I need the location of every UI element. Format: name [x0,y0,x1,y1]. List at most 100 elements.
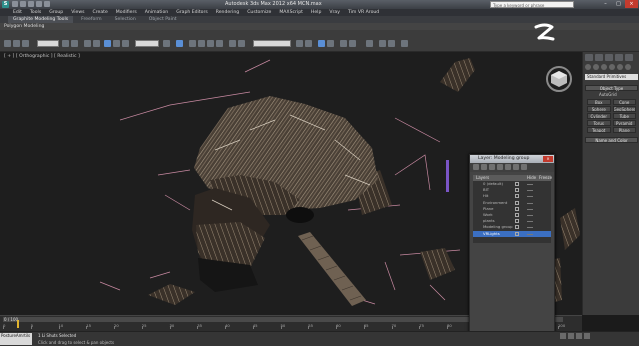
layer-freeze-toggle[interactable] [527,202,533,204]
angle-snap-icon[interactable] [207,40,214,47]
menu-help[interactable]: Help [311,9,321,16]
menu-tools[interactable]: Tools [30,9,41,16]
layer-hide-toggle[interactable] [515,231,519,236]
curve-editor-icon[interactable] [340,40,347,47]
menu-edit[interactable]: Edit [13,9,22,16]
cone-button[interactable]: Cone [612,99,636,105]
layer-freeze-toggle[interactable] [527,221,533,223]
menu-graph-editors[interactable]: Graph Editors [176,9,208,16]
menu-animation[interactable]: Animation [145,9,168,16]
menu-group[interactable]: Group [49,9,63,16]
undo-icon[interactable] [36,1,42,7]
layer-hide-toggle[interactable] [515,194,519,199]
window-crossing-icon[interactable] [93,40,100,47]
helpers-icon[interactable] [617,64,623,70]
unlink-icon[interactable] [22,40,29,47]
spacewarps-icon[interactable] [625,64,631,70]
sphere-button[interactable]: Sphere [587,106,611,112]
viewport-label[interactable]: [ + ] [ Orthographic ] [ Realistic ] [4,54,80,59]
shapes-icon[interactable] [593,64,599,70]
tab-graphite-modeling[interactable]: Graphite Modeling Tools [8,16,74,23]
maximize-viewport-icon[interactable] [584,333,590,339]
freeze-all-icon[interactable] [521,164,527,170]
geometry-icon[interactable] [585,64,591,70]
display-tab-icon[interactable] [625,54,633,61]
keyboard-shortcut-icon[interactable] [189,40,196,47]
menu-maxscript[interactable]: MAXScript [279,9,303,16]
maximize-button[interactable]: □ [612,0,625,8]
menu-create[interactable]: Create [93,9,108,16]
select-object-icon[interactable] [62,40,69,47]
autogrid-checkbox[interactable]: AutoGrid [599,92,617,97]
pyramid-button[interactable]: Pyramid [612,120,636,126]
layer-hide-toggle[interactable] [515,200,519,205]
create-tab-icon[interactable] [585,54,593,61]
save-file-icon[interactable] [28,1,34,7]
teapot-button[interactable]: Teapot [587,127,611,133]
minimize-button[interactable]: – [599,0,612,8]
select-by-name-icon[interactable] [71,40,78,47]
layer-freeze-toggle[interactable] [527,190,533,192]
layer-hide-toggle[interactable] [515,212,519,217]
undo-icon[interactable] [4,40,11,47]
torus-button[interactable]: Torus [587,120,611,126]
viewcube-icon[interactable] [544,64,574,94]
highlight-layer-icon[interactable] [505,164,511,170]
object-type-rollout[interactable]: Object Type [585,85,638,91]
select-move-icon[interactable] [104,40,111,47]
layer-freeze-toggle[interactable] [527,196,533,198]
edit-named-selection-icon[interactable] [238,40,245,47]
cylinder-button[interactable]: Cylinder [587,113,611,119]
select-scale-icon[interactable] [122,40,129,47]
rendered-frame-icon[interactable] [388,40,395,47]
tube-button[interactable]: Tube [612,113,636,119]
motion-tab-icon[interactable] [615,54,623,61]
category-dropdown[interactable]: Standard Primitives [585,74,638,80]
material-editor-icon[interactable] [366,40,373,47]
add-to-layer-icon[interactable] [489,164,495,170]
schematic-view-icon[interactable] [349,40,356,47]
geosphere-button[interactable]: GeoSphere [612,106,636,112]
layer-row[interactable]: VRLights [473,230,551,237]
maxscript-listener[interactable]: PostureAmrtils [0,333,32,345]
pivot-center-icon[interactable] [163,40,170,47]
redo-icon[interactable] [44,1,50,7]
render-production-icon[interactable] [401,40,408,47]
select-in-layer-icon[interactable] [497,164,503,170]
layer-freeze-toggle[interactable] [527,233,533,235]
layer-freeze-toggle[interactable] [527,208,533,210]
layer-freeze-toggle[interactable] [527,184,533,185]
menu-rendering[interactable]: Rendering [216,9,239,16]
select-rotate-icon[interactable] [113,40,120,47]
layer-hide-toggle[interactable] [515,182,519,186]
layer-dialog-close-button[interactable]: × [543,156,553,162]
named-selection-dropdown[interactable] [253,40,291,47]
delete-layer-icon[interactable] [481,164,487,170]
name-color-rollout[interactable]: Name and Color [585,137,638,143]
polygon-modeling-label[interactable]: Polygon Modeling [4,24,44,29]
layer-hide-toggle[interactable] [515,206,519,211]
close-button[interactable]: × [625,0,638,8]
menu-vray[interactable]: Vray [329,9,340,16]
layer-freeze-toggle[interactable] [527,227,533,229]
hierarchy-tab-icon[interactable] [605,54,613,61]
tab-selection[interactable]: Selection [110,16,141,23]
layer-hide-toggle[interactable] [515,219,519,224]
orbit-icon[interactable] [576,333,582,339]
layer-hide-toggle[interactable] [515,225,519,230]
percent-snap-icon[interactable] [216,40,223,47]
graphite-toggle-icon[interactable] [327,40,334,47]
render-setup-icon[interactable] [379,40,386,47]
lights-icon[interactable] [601,64,607,70]
search-input[interactable]: Type a keyword or phrase [490,1,574,8]
cameras-icon[interactable] [609,64,615,70]
layer-freeze-toggle[interactable] [527,214,533,216]
tab-object-paint[interactable]: Object Paint [144,16,182,23]
spinner-snap-icon[interactable] [229,40,236,47]
menu-tim-vr[interactable]: Tim VR Aroud [348,9,379,16]
selection-filter-dropdown[interactable] [37,40,59,47]
align-icon[interactable] [305,40,312,47]
new-file-icon[interactable] [12,1,18,7]
modify-tab-icon[interactable] [595,54,603,61]
rect-selection-icon[interactable] [84,40,91,47]
